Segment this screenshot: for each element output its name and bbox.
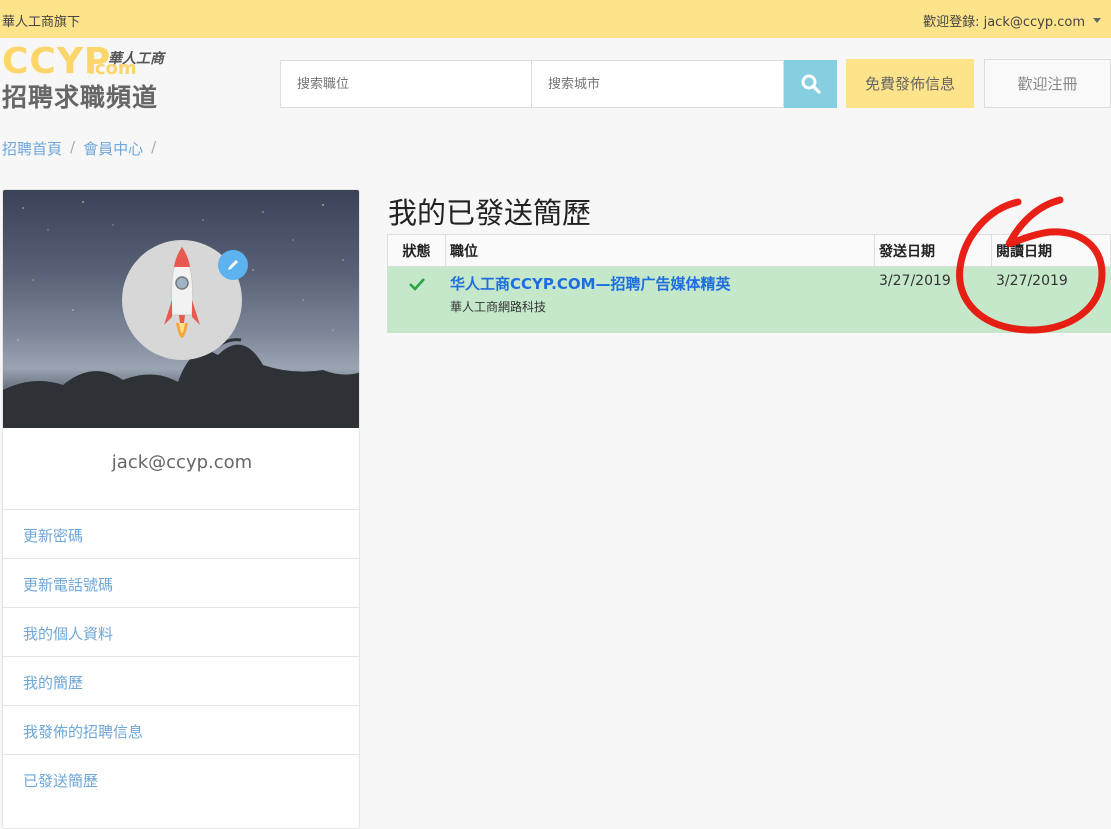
site-logo[interactable]: CCYP .com 華人工商 招聘求職頻道 [0,44,180,114]
sent-date-cell: 3/27/2019 [874,266,992,333]
position-cell: 华人工商CCYP.COM—招聘广告媒体精英 華人工商網路科技 [445,266,875,333]
sent-resumes-table: 狀態 職位 發送日期 閱讀日期 华人工商CCYP.COM—招聘广告媒体精英 華人… [387,234,1111,333]
profile-email: jack@ccyp.com [111,452,253,473]
menu-sent-resumes[interactable]: 已發送簡歷 [3,754,359,803]
menu-my-job-posts[interactable]: 我發佈的招聘信息 [3,705,359,754]
breadcrumb-home[interactable]: 招聘首頁 [2,138,62,159]
menu-personal-info[interactable]: 我的個人資料 [3,607,359,656]
status-cell [387,266,446,333]
table-row: 华人工商CCYP.COM—招聘广告媒体精英 華人工商網路科技 3/27/2019… [387,266,1111,333]
search-icon [801,74,821,94]
edit-avatar-button[interactable] [218,250,248,280]
user-menu[interactable]: 歡迎登錄: jack@ccyp.com [923,11,1101,30]
check-icon [408,278,425,291]
table-header-row: 狀態 職位 發送日期 閱讀日期 [387,234,1111,267]
menu-my-resume[interactable]: 我的簡歷 [3,656,359,705]
header-status: 狀態 [387,234,446,267]
job-title-link[interactable]: 华人工商CCYP.COM—招聘广告媒体精英 [450,273,870,294]
top-bar: 華人工商旗下 歡迎登錄: jack@ccyp.com [0,0,1111,38]
city-search-input[interactable] [532,60,784,108]
register-button[interactable]: 歡迎注冊 [984,59,1111,108]
header-position: 職位 [445,234,875,267]
job-search-input[interactable] [280,60,532,108]
breadcrumb-separator: / [70,138,76,156]
logo-tagline: 招聘求職頻道 [2,83,159,112]
header-sent-date: 發送日期 [874,234,992,267]
search-button[interactable] [784,60,837,108]
profile-menu: 更新密碼 更新電話號碼 我的個人資料 我的簡歷 我發佈的招聘信息 已發送簡歷 [3,509,359,803]
logo-chinese: 華人工商 [108,51,164,67]
profile-banner [3,190,359,428]
breadcrumb: 招聘首頁 / 會員中心 / [2,138,156,159]
menu-update-password[interactable]: 更新密碼 [3,509,359,558]
rocket-icon [164,246,200,338]
welcome-text[interactable]: 歡迎登錄: jack@ccyp.com [923,11,1085,30]
company-name: 華人工商網路科技 [450,300,547,314]
search-bar [280,60,837,108]
menu-update-phone[interactable]: 更新電話號碼 [3,558,359,607]
caret-down-icon[interactable] [1093,18,1101,23]
breadcrumb-separator: / [151,138,157,156]
brand-text: 華人工商旗下 [2,15,81,30]
free-post-button[interactable]: 免費發佈信息 [846,59,974,108]
pencil-icon [228,260,238,270]
profile-card: jack@ccyp.com 更新密碼 更新電話號碼 我的個人資料 我的簡歷 我發… [2,189,360,829]
header-read-date: 閱讀日期 [991,234,1111,267]
breadcrumb-member-center[interactable]: 會員中心 [83,138,143,159]
page-title: 我的已發送簡歷 [388,196,592,230]
read-date-cell: 3/27/2019 [991,266,1111,333]
